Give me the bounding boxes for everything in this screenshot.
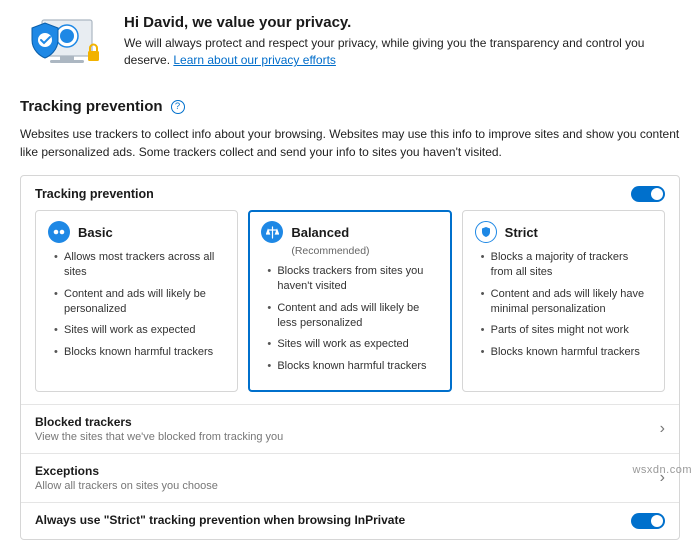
card-strict[interactable]: Strict Blocks a majority of trackers fro… — [462, 210, 665, 392]
section-title: Tracking prevention — [20, 98, 163, 115]
card-strict-bullet: Content and ads will likely have minimal… — [481, 287, 652, 317]
exceptions-sub: Allow all trackers on sites you choose — [35, 480, 218, 492]
card-balanced-bullet: Content and ads will likely be less pers… — [267, 301, 438, 331]
watermark: wsxdn.com — [632, 464, 692, 476]
hero-description: We will always protect and respect your … — [124, 35, 680, 70]
help-icon[interactable]: ? — [171, 100, 185, 114]
card-basic-title: Basic — [78, 225, 113, 240]
blocked-trackers-title: Blocked trackers — [35, 415, 283, 429]
hero-text: Hi David, we value your privacy. We will… — [124, 14, 680, 70]
strict-inprivate-toggle[interactable] — [631, 513, 665, 529]
card-balanced-sub: (Recommended) — [291, 245, 438, 257]
chevron-right-icon: › — [660, 420, 665, 438]
card-basic-bullet: Sites will work as expected — [54, 323, 225, 338]
strict-inprivate-row: Always use "Strict" tracking prevention … — [21, 502, 679, 539]
card-strict-bullet: Blocks known harmful trackers — [481, 345, 652, 360]
strict-icon — [475, 221, 497, 243]
balanced-icon — [261, 221, 283, 243]
card-strict-bullet: Blocks a majority of trackers from all s… — [481, 250, 652, 280]
basic-icon — [48, 221, 70, 243]
card-basic-bullet: Blocks known harmful trackers — [54, 345, 225, 360]
privacy-shield-illustration — [20, 14, 106, 76]
learn-privacy-link[interactable]: Learn about our privacy efforts — [173, 53, 336, 67]
panel-header: Tracking prevention — [21, 176, 679, 210]
privacy-hero: Hi David, we value your privacy. We will… — [20, 14, 680, 76]
card-basic-bullet: Allows most trackers across all sites — [54, 250, 225, 280]
card-basic[interactable]: Basic Allows most trackers across all si… — [35, 210, 238, 392]
blocked-trackers-sub: View the sites that we've blocked from t… — [35, 431, 283, 443]
card-balanced-bullet: Blocks known harmful trackers — [267, 359, 438, 374]
tracking-prevention-panel: Tracking prevention Basic Allows most tr… — [20, 175, 680, 540]
strict-inprivate-title: Always use "Strict" tracking prevention … — [35, 513, 405, 527]
card-balanced-bullet: Sites will work as expected — [267, 337, 438, 352]
card-balanced-bullet: Blocks trackers from sites you haven't v… — [267, 264, 438, 294]
card-balanced[interactable]: Balanced (Recommended) Blocks trackers f… — [248, 210, 451, 392]
hero-title: Hi David, we value your privacy. — [124, 14, 680, 31]
card-strict-bullet: Parts of sites might not work — [481, 323, 652, 338]
exceptions-title: Exceptions — [35, 464, 218, 478]
section-description: Websites use trackers to collect info ab… — [20, 125, 680, 161]
exceptions-row[interactable]: Exceptions Allow all trackers on sites y… — [21, 453, 679, 502]
tracking-level-cards: Basic Allows most trackers across all si… — [21, 210, 679, 404]
tracking-prevention-toggle[interactable] — [631, 186, 665, 202]
panel-heading: Tracking prevention — [35, 187, 154, 201]
card-balanced-title: Balanced — [291, 225, 349, 240]
blocked-trackers-row[interactable]: Blocked trackers View the sites that we'… — [21, 404, 679, 453]
card-basic-bullet: Content and ads will likely be personali… — [54, 287, 225, 317]
section-header: Tracking prevention ? — [20, 98, 680, 115]
card-strict-title: Strict — [505, 225, 538, 240]
